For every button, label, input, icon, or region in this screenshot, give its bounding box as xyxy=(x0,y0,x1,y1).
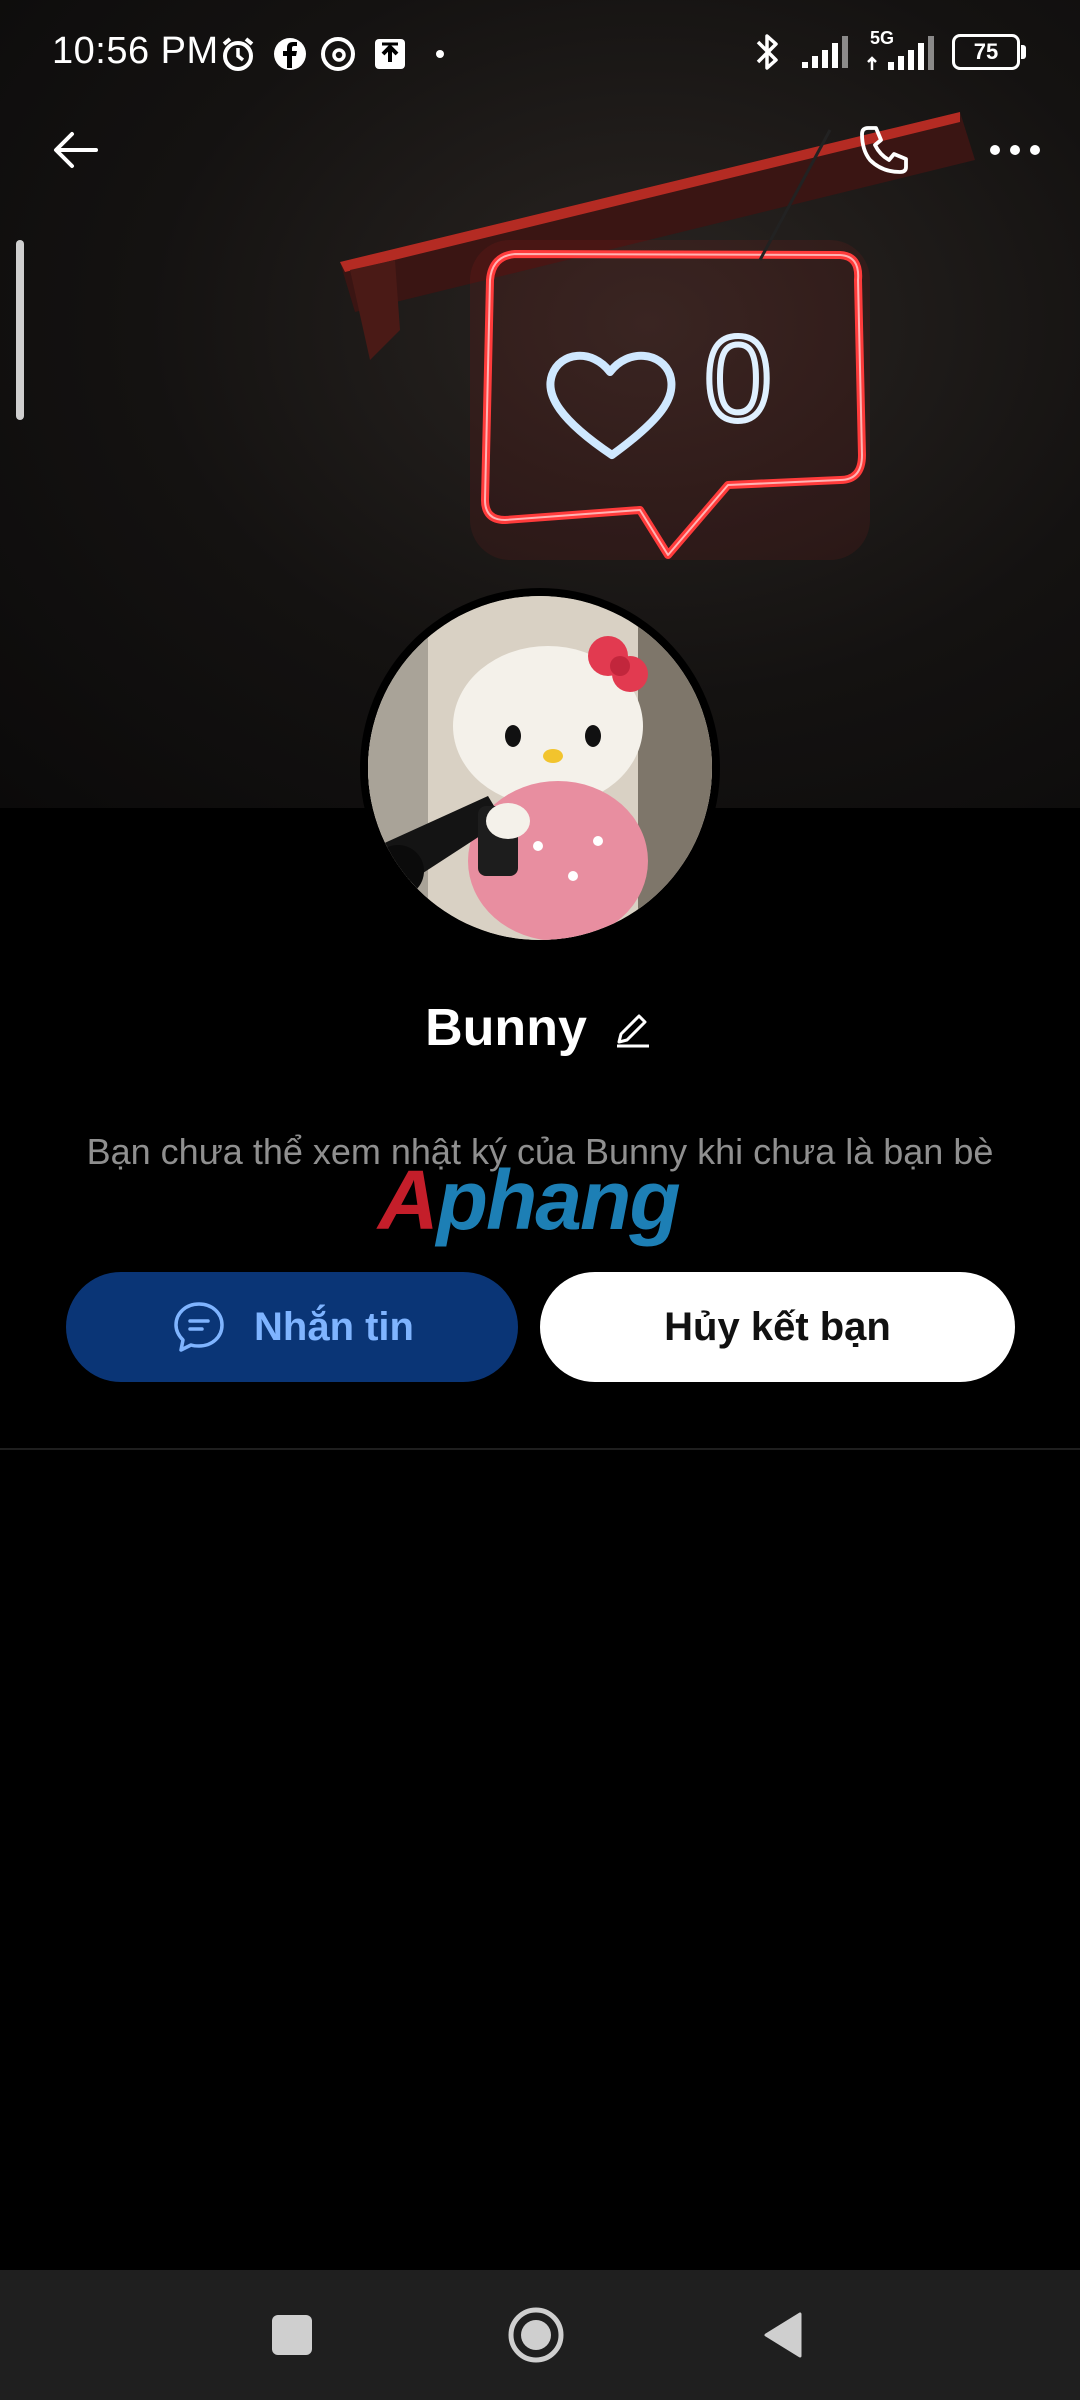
alarm-icon xyxy=(222,37,254,71)
more-button[interactable] xyxy=(975,110,1055,190)
scroll-indicator[interactable] xyxy=(16,240,24,420)
circle-home-icon xyxy=(508,2307,564,2363)
message-button-label: Nhắn tin xyxy=(254,1304,414,1349)
section-divider xyxy=(0,1448,1080,1450)
neon-count: 0 xyxy=(705,312,772,446)
profile-name: Bunny xyxy=(425,999,587,1057)
phone-icon xyxy=(860,126,908,174)
recents-button[interactable] xyxy=(252,2295,332,2375)
profile-name-row: Bunny xyxy=(0,998,1080,1058)
avatar-image xyxy=(368,596,712,940)
home-button[interactable] xyxy=(496,2295,576,2375)
dot-icon xyxy=(436,50,444,58)
more-horizontal-icon xyxy=(990,145,1040,155)
bluetooth-icon xyxy=(756,34,778,70)
signal-icon xyxy=(802,36,848,68)
facebook-icon xyxy=(274,38,306,70)
status-time: 10:56 PM xyxy=(52,30,219,72)
threads-icon xyxy=(321,37,355,71)
signal-5g: 5G xyxy=(866,28,936,72)
triangle-back-icon xyxy=(764,2312,802,2358)
message-button[interactable]: Nhắn tin xyxy=(66,1272,518,1382)
pencil-icon[interactable] xyxy=(611,1006,655,1050)
watermark-logo: Aphang xyxy=(378,1153,681,1247)
battery-level: 75 xyxy=(973,39,999,64)
signal-icon-2 xyxy=(867,36,934,70)
back-nav-button[interactable] xyxy=(742,2295,822,2375)
avatar[interactable] xyxy=(360,588,720,948)
arrow-left-icon xyxy=(54,132,98,168)
status-bar: 10:56 PM 5G 75 xyxy=(0,0,1080,110)
call-button[interactable] xyxy=(844,110,924,190)
avatar-illustration xyxy=(368,596,712,940)
unfriend-button-label: Hủy kết bạn xyxy=(664,1304,891,1349)
system-navigation-bar xyxy=(0,2270,1080,2400)
status-right: 5G 75 xyxy=(750,28,1026,74)
back-button[interactable] xyxy=(36,110,116,190)
battery-indicator: 75 xyxy=(952,34,1026,70)
watermark-part1: A xyxy=(378,1153,439,1247)
watermark-part2: phang xyxy=(436,1153,681,1247)
unfriend-button[interactable]: Hủy kết bạn xyxy=(540,1272,1015,1382)
chat-bubble-icon xyxy=(174,1302,224,1352)
upload-icon xyxy=(375,39,405,69)
square-icon xyxy=(272,2315,312,2355)
